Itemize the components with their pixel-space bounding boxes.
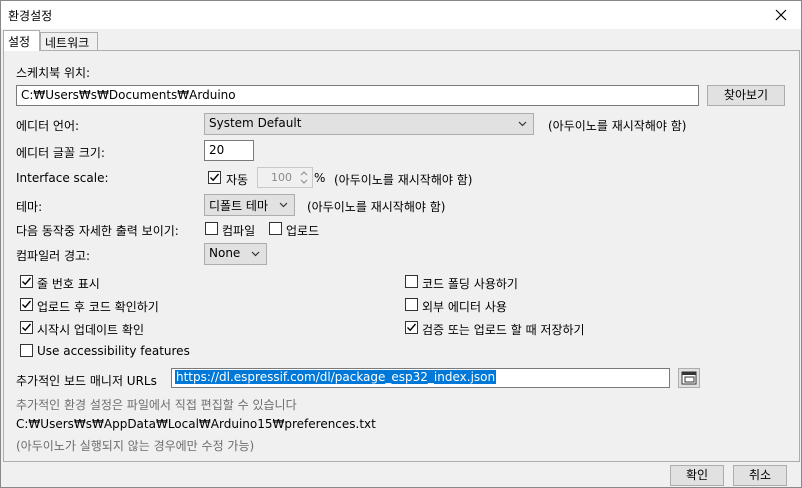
close-icon <box>775 9 787 21</box>
checkmark-icon <box>22 277 32 286</box>
font-size-label: 에디터 글꼴 크기: <box>16 146 105 160</box>
verbose-upload-checkbox[interactable] <box>269 222 282 235</box>
check-updates-checkbox[interactable] <box>20 321 33 334</box>
verify-after-upload-label: 업로드 후 코드 확인하기 <box>37 300 159 314</box>
interface-scale-label: Interface scale: <box>16 171 109 185</box>
board-urls-value: https://dl.espressif.com/dl/package_esp3… <box>175 370 497 384</box>
interface-scale-spinner[interactable]: 100 <box>257 167 313 188</box>
interface-scale-note: (아두이노를 재시작해야 함) <box>334 173 473 187</box>
editor-language-label: 에디터 언어: <box>16 119 80 133</box>
theme-select[interactable]: 디폴트 테마 <box>204 194 295 216</box>
prefs-file-path[interactable]: C:₩Users₩s₩AppData₩Local₩Arduino15₩prefe… <box>16 417 376 431</box>
prefs-file-hint: 추가적인 환경 설정은 파일에서 직접 편집할 수 있습니다 <box>16 398 297 412</box>
board-urls-label: 추가적인 보드 매니저 URLs <box>16 374 157 388</box>
line-numbers-label: 줄 번호 표시 <box>37 277 100 291</box>
browse-button[interactable]: 찾아보기 <box>707 85 785 106</box>
spinner-arrows-icon <box>300 171 308 184</box>
chevron-down-icon <box>518 121 527 127</box>
checkmark-icon <box>210 173 220 182</box>
verbose-compile-checkbox[interactable] <box>205 222 218 235</box>
code-folding-label: 코드 폴딩 사용하기 <box>422 277 518 291</box>
verbose-output-label: 다음 동작중 자세한 출력 보이기: <box>16 224 179 238</box>
line-numbers-checkbox[interactable] <box>20 275 33 288</box>
cancel-button[interactable]: 취소 <box>733 465 787 486</box>
editor-language-select[interactable]: System Default <box>204 113 534 135</box>
save-on-verify-checkbox[interactable] <box>405 321 418 334</box>
compiler-warnings-label: 컴파일러 경고: <box>16 249 91 263</box>
tab-network[interactable]: 네트워크 <box>40 32 98 50</box>
checkmark-icon <box>407 323 417 332</box>
check-updates-label: 시작시 업데이트 확인 <box>37 323 144 337</box>
external-editor-checkbox[interactable] <box>405 298 418 311</box>
chevron-down-icon <box>279 202 288 208</box>
preferences-dialog: 환경설정 설정 네트워크 스케치북 위치: C:₩Users₩s₩Documen… <box>0 0 802 488</box>
verbose-upload-label: 업로드 <box>286 224 320 238</box>
editor-language-value: System Default <box>209 116 302 130</box>
interface-scale-unit: % <box>314 171 326 185</box>
save-on-verify-label: 검증 또는 업로드 할 때 저장하기 <box>422 323 585 337</box>
theme-label: 테마: <box>16 200 43 214</box>
close-button[interactable] <box>761 1 801 29</box>
theme-value: 디폴트 테마 <box>209 199 269 213</box>
prefs-file-note: (아두이노가 실행되지 않는 경우에만 수정 가능) <box>16 439 255 453</box>
verify-after-upload-checkbox[interactable] <box>20 298 33 311</box>
chevron-down-icon <box>251 251 260 257</box>
title-bar: 환경설정 <box>1 1 801 29</box>
accessibility-label: Use accessibility features <box>37 344 190 358</box>
window-title: 환경설정 <box>8 9 53 23</box>
window-list-icon <box>681 371 697 385</box>
interface-scale-value: 100 <box>271 171 292 184</box>
board-urls-edit-button[interactable] <box>678 368 700 388</box>
external-editor-label: 외부 에디터 사용 <box>422 300 507 314</box>
tab-settings[interactable]: 설정 <box>3 30 40 51</box>
checkmark-icon <box>22 323 32 332</box>
verbose-compile-label: 컴파일 <box>222 224 256 238</box>
ok-button[interactable]: 확인 <box>670 465 724 486</box>
code-folding-checkbox[interactable] <box>405 275 418 288</box>
accessibility-checkbox[interactable] <box>20 344 33 357</box>
editor-language-note: (아두이노를 재시작해야 함) <box>548 119 687 133</box>
interface-scale-auto-checkbox[interactable] <box>208 171 221 184</box>
theme-note: (아두이노를 재시작해야 함) <box>307 200 446 214</box>
board-urls-field[interactable]: https://dl.espressif.com/dl/package_esp3… <box>171 368 670 388</box>
compiler-warnings-select[interactable]: None <box>204 243 267 265</box>
checkmark-icon <box>22 300 32 309</box>
sketchbook-label: 스케치북 위치: <box>16 66 91 80</box>
font-size-field[interactable]: 20 <box>204 140 254 161</box>
compiler-warnings-value: None <box>209 246 241 260</box>
interface-scale-auto-label: 자동 <box>226 173 249 187</box>
sketchbook-path-field[interactable]: C:₩Users₩s₩Documents₩Arduino <box>16 85 699 106</box>
